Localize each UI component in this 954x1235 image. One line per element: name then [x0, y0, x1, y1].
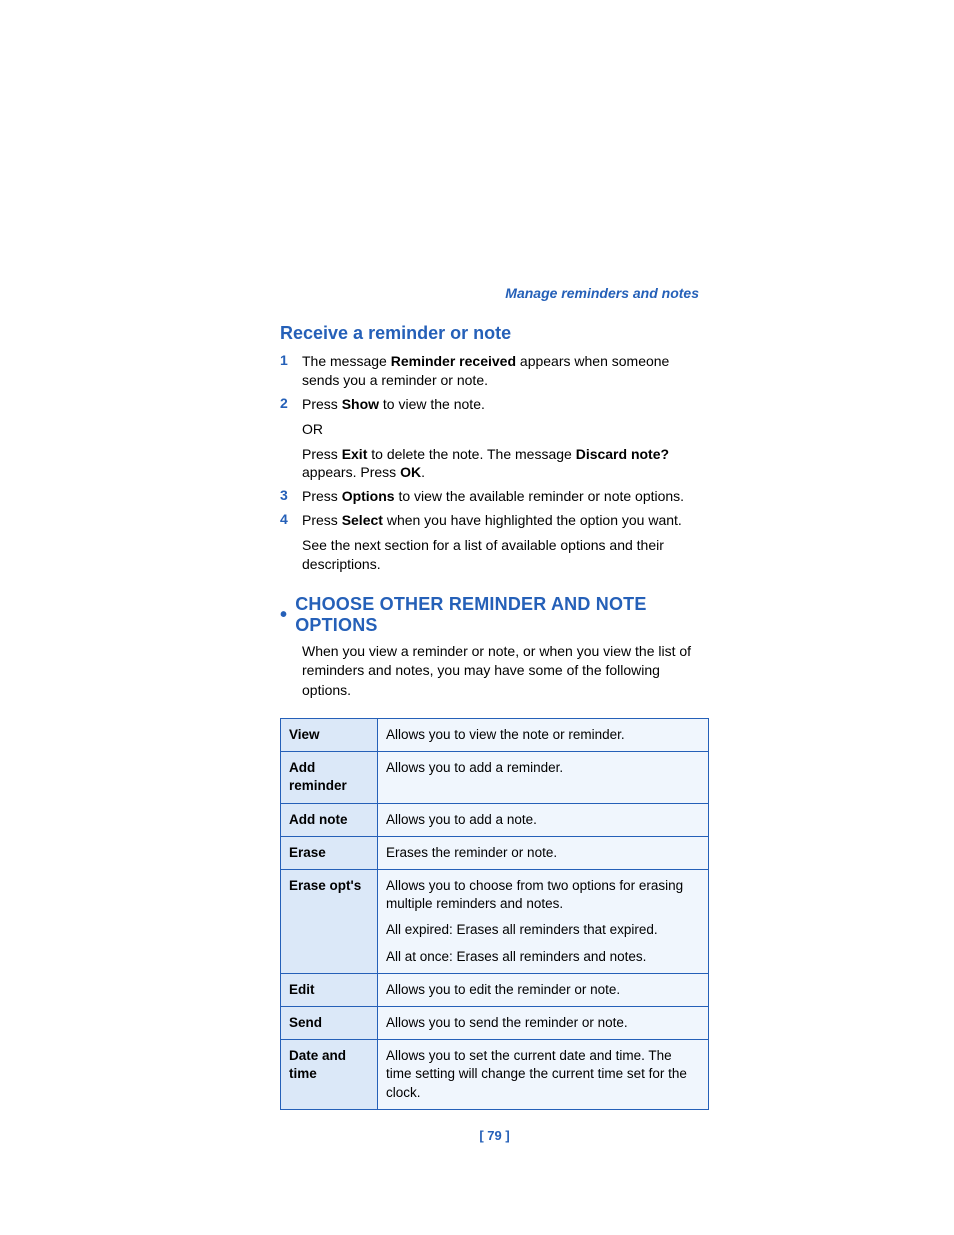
option-label: Edit [281, 973, 378, 1006]
step-item: 1The message Reminder received appears w… [280, 352, 709, 390]
table-row: Send Allows you to send the reminder or … [281, 1007, 709, 1040]
step-item: 4Press Select when you have highlighted … [280, 511, 709, 574]
option-label: Add reminder [281, 752, 378, 803]
step-number: 4 [280, 511, 302, 527]
option-label: Erase [281, 836, 378, 869]
page-number: [ 79 ] [280, 1128, 709, 1143]
step-text: Press Select when you have highlighted t… [302, 511, 709, 574]
page-header: Manage reminders and notes [280, 285, 709, 301]
step-text: The message Reminder received appears wh… [302, 352, 709, 390]
option-description: Allows you to set the current date and t… [378, 1040, 709, 1110]
section-title-choose-options: • CHOOSE OTHER REMINDER AND NOTE OPTIONS [280, 594, 709, 636]
table-row: Add reminderAllows you to add a reminder… [281, 752, 709, 803]
option-description: Allows you to add a reminder. [378, 752, 709, 803]
option-description: Allows you to send the reminder or note. [378, 1007, 709, 1040]
step-number: 1 [280, 352, 302, 368]
step-subtext: OR [302, 420, 709, 439]
step-number: 3 [280, 487, 302, 503]
option-description: Allows you to add a note. [378, 803, 709, 836]
table-row: EditAllows you to edit the reminder or n… [281, 973, 709, 1006]
table-row: EraseErases the reminder or note. [281, 836, 709, 869]
option-description: Allows you to view the note or reminder. [378, 718, 709, 751]
option-description: Allows you to choose from two options fo… [378, 869, 709, 973]
option-label: Date and time [281, 1040, 378, 1110]
step-subtext: Press Exit to delete the note. The messa… [302, 445, 709, 483]
step-text: Press Show to view the note.ORPress Exit… [302, 395, 709, 483]
option-description: Allows you to edit the reminder or note. [378, 973, 709, 1006]
option-label: Erase opt's [281, 869, 378, 973]
option-label: View [281, 718, 378, 751]
step-item: 2Press Show to view the note.ORPress Exi… [280, 395, 709, 483]
option-label: Send [281, 1007, 378, 1040]
table-row: ViewAllows you to view the note or remin… [281, 718, 709, 751]
bullet-icon: • [280, 605, 287, 625]
section-title-receive: Receive a reminder or note [280, 323, 709, 344]
option-label: Add note [281, 803, 378, 836]
table-row: Date and timeAllows you to set the curre… [281, 1040, 709, 1110]
options-table: ViewAllows you to view the note or remin… [280, 718, 709, 1110]
step-text: Press Options to view the available remi… [302, 487, 709, 506]
step-item: 3Press Options to view the available rem… [280, 487, 709, 506]
steps-list: 1The message Reminder received appears w… [280, 352, 709, 574]
major-title-text: CHOOSE OTHER REMINDER AND NOTE OPTIONS [295, 594, 709, 636]
intro-paragraph: When you view a reminder or note, or whe… [302, 642, 709, 700]
table-row: Add noteAllows you to add a note. [281, 803, 709, 836]
step-number: 2 [280, 395, 302, 411]
step-subtext: See the next section for a list of avail… [302, 536, 709, 574]
table-row: Erase opt'sAllows you to choose from two… [281, 869, 709, 973]
option-description: Erases the reminder or note. [378, 836, 709, 869]
